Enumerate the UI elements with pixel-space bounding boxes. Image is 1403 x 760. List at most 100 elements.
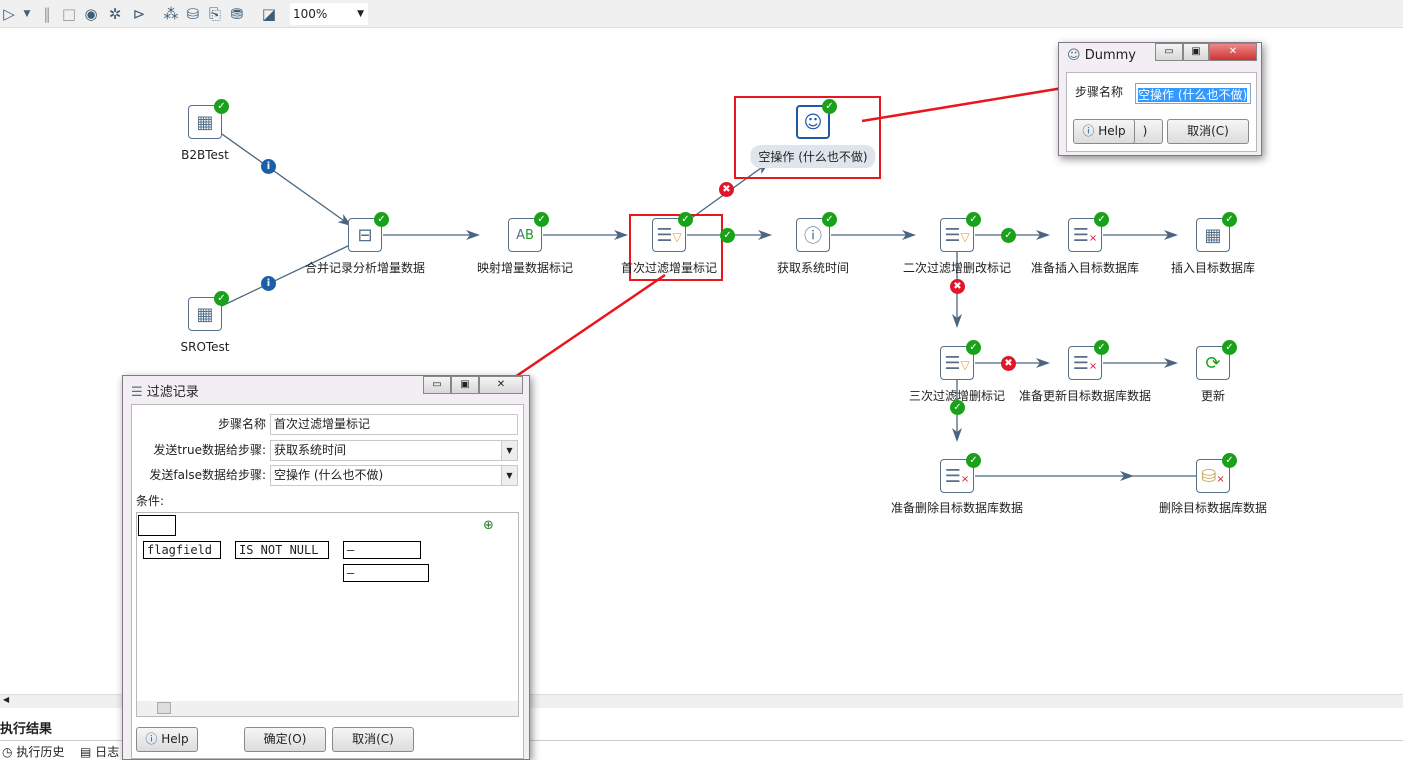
horizontal-scrollbar[interactable]	[137, 701, 518, 716]
condition-operator[interactable]: IS NOT NULL	[235, 541, 329, 559]
annotation-arrow	[861, 82, 1077, 123]
delete-db-icon: ⛁×	[1201, 465, 1225, 487]
filter-icon: ☰▽	[656, 224, 682, 246]
false-step-value: 空操作 (什么也不做)	[274, 468, 384, 482]
hop	[204, 121, 352, 227]
help-icon: ⓘ	[145, 732, 158, 746]
check-icon: ✓	[214, 99, 229, 114]
dialog-title-text: 过滤记录	[146, 385, 199, 400]
check-icon: ✓	[822, 212, 837, 227]
false-step-select[interactable]: 空操作 (什么也不做) ▼	[270, 465, 518, 486]
chevron-down-icon: ▼	[501, 441, 517, 460]
step-name-input[interactable]: 首次过滤增量标记	[270, 414, 518, 435]
cancel-button[interactable]: 取消(C)	[332, 727, 414, 752]
step-label: 合并记录分析增量数据	[304, 261, 426, 275]
step-label: 准备插入目标数据库	[1030, 261, 1140, 275]
true-step-select[interactable]: 获取系统时间 ▼	[270, 440, 518, 461]
condition-editor[interactable]: ⊕ flagfield IS NOT NULL – –	[136, 512, 519, 717]
check-icon: ✓	[1222, 340, 1237, 355]
step-label: 映射增量数据标记	[476, 261, 574, 275]
step-label: 准备更新目标数据库数据	[1018, 389, 1152, 403]
condition-label: 条件:	[136, 494, 165, 508]
step-label: 准备删除目标数据库数据	[890, 501, 1024, 515]
help-label: Help	[1098, 124, 1126, 138]
tab-history[interactable]: ◷ 执行历史	[2, 743, 64, 760]
update-icon: ⟳	[1205, 352, 1221, 374]
cancel-button[interactable]: 取消(C)	[1167, 119, 1249, 144]
condition-operator-box[interactable]	[138, 515, 176, 536]
help-label: Help	[161, 732, 189, 746]
selected-text: 空操作 (什么也不做)	[1138, 88, 1248, 102]
step-label: 删除目标数据库数据	[1158, 501, 1268, 515]
check-icon: ✓	[214, 291, 229, 306]
filter-rows-dialog: ☰ 过滤记录 ▭ ▣ ✕ 步骤名称 首次过滤增量标记 发送true数据给步骤: …	[122, 375, 530, 760]
add-condition-icon[interactable]: ⊕	[483, 518, 494, 533]
check-icon: ✓	[822, 99, 837, 114]
select-values-icon: ☰×	[1072, 352, 1098, 374]
check-icon: ✓	[1222, 453, 1237, 468]
close-button[interactable]: ✕	[1209, 43, 1257, 61]
dummy-head-icon: ☺	[1067, 48, 1081, 63]
check-icon: ✓	[374, 212, 389, 227]
true-step-value: 获取系统时间	[274, 443, 347, 457]
scroll-thumb[interactable]	[157, 702, 171, 714]
check-icon: ✓	[678, 212, 693, 227]
check-icon: ✓	[1094, 212, 1109, 227]
false-step-label: 发送false数据给步骤:	[149, 468, 266, 482]
ok-button[interactable]: 确定(O)	[244, 727, 326, 752]
maximize-button[interactable]: ▣	[451, 376, 479, 394]
step-label: 二次过滤增删改标记	[902, 261, 1012, 275]
info-icon[interactable]: i	[261, 276, 276, 291]
help-button[interactable]: ⓘ Help	[1073, 119, 1135, 144]
dummy-dialog: ☺ Dummy ▭ ▣ ✕ 步骤名称 空操作 (什么也不做) ) ⓘ Help …	[1058, 42, 1262, 156]
dialog-title: ☺ Dummy	[1067, 48, 1136, 63]
dummy-head-icon: ☺	[803, 111, 823, 133]
step-label: 获取系统时间	[776, 261, 850, 275]
condition-value[interactable]: –	[343, 541, 421, 559]
step-name-label: 步骤名称	[217, 417, 266, 431]
filter-icon: ☰	[131, 385, 143, 400]
merge-icon: ⊟	[357, 224, 373, 246]
dialog-title-text: Dummy	[1084, 48, 1136, 63]
filter-icon: ☰▽	[944, 352, 970, 374]
check-icon: ✓	[966, 453, 981, 468]
check-icon: ✓	[1222, 212, 1237, 227]
check-icon: ✓	[1094, 340, 1109, 355]
step-label: 空操作 (什么也不做)	[750, 145, 876, 168]
false-hop-icon[interactable]: ✖	[950, 279, 965, 294]
close-button[interactable]: ✕	[479, 376, 523, 394]
tab-log[interactable]: ▤ 日志	[80, 743, 119, 760]
false-hop-icon[interactable]: ✖	[1001, 356, 1016, 371]
system-info-icon: ⓘ	[804, 226, 822, 247]
step-label: SROTest	[180, 340, 230, 354]
step-label: B2BTest	[181, 148, 229, 162]
chevron-down-icon: ▼	[501, 466, 517, 485]
scroll-left-icon[interactable]: ◀	[3, 695, 9, 704]
true-hop-icon[interactable]: ✓	[950, 400, 965, 415]
table-output-icon: ▦	[1204, 224, 1222, 246]
condition-field[interactable]: flagfield	[143, 541, 221, 559]
select-values-icon: ☰×	[1072, 224, 1098, 246]
condition-value[interactable]: –	[343, 564, 429, 582]
check-icon: ✓	[534, 212, 549, 227]
filter-icon: ☰▽	[944, 224, 970, 246]
step-label: 更新	[1200, 389, 1226, 403]
step-name-label: 步骤名称	[1075, 85, 1124, 99]
help-icon: ⓘ	[1082, 124, 1095, 138]
results-panel-title: 执行结果	[0, 722, 53, 737]
step-label: 插入目标数据库	[1170, 261, 1256, 275]
step-label: 首次过滤增量标记	[620, 261, 718, 275]
help-button[interactable]: ⓘ Help	[136, 727, 198, 752]
table-input-icon: ▦	[196, 303, 214, 325]
select-values-icon: ☰×	[944, 465, 970, 487]
value-mapper-icon: AB	[516, 227, 534, 243]
info-icon[interactable]: i	[261, 159, 276, 174]
step-name-input[interactable]: 空操作 (什么也不做)	[1135, 83, 1251, 104]
true-hop-icon[interactable]: ✓	[720, 228, 735, 243]
minimize-button[interactable]: ▭	[1155, 43, 1183, 61]
minimize-button[interactable]: ▭	[423, 376, 451, 394]
true-hop-icon[interactable]: ✓	[1001, 228, 1016, 243]
true-step-label: 发送true数据给步骤:	[153, 443, 266, 457]
error-hop-icon[interactable]: ✖	[719, 182, 734, 197]
maximize-button[interactable]: ▣	[1183, 43, 1209, 61]
